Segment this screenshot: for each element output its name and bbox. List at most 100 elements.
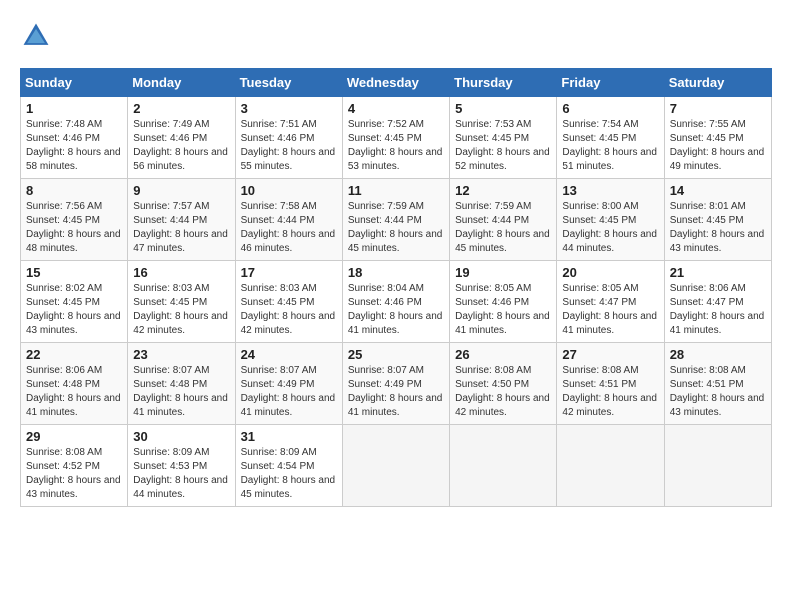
day-number: 7 <box>670 101 766 116</box>
calendar-day-cell: 15Sunrise: 8:02 AMSunset: 4:45 PMDayligh… <box>21 261 128 343</box>
calendar-day-cell <box>342 425 449 507</box>
calendar-day-cell: 9Sunrise: 7:57 AMSunset: 4:44 PMDaylight… <box>128 179 235 261</box>
calendar-day-cell <box>557 425 664 507</box>
daylight-text: Daylight: 8 hours and 43 minutes. <box>670 228 766 256</box>
calendar-day-cell: 25 Sunrise: 8:07 AMSunset: 4:49 PMDayligh… <box>342 343 449 425</box>
day-info: Sunrise: 7:59 AMSunset: 4:44 PMDaylight:… <box>348 200 444 256</box>
day-info: Sunrise: 8:07 AMSunset: 4:49 PMDaylight:… <box>241 364 337 420</box>
calendar-day-cell: 23Sunrise: 8:07 AMSunset: 4:48 PMDayligh… <box>128 343 235 425</box>
sunrise-text: Sunrise: 8:08 AM <box>26 446 122 460</box>
sunrise-text: Sunrise: 8:06 AM <box>670 282 766 296</box>
sunset-text: Sunset: 4:46 PM <box>241 132 337 146</box>
calendar-day-cell: 29Sunrise: 8:08 AMSunset: 4:52 PMDayligh… <box>21 425 128 507</box>
sunset-text: Sunset: 4:46 PM <box>348 296 444 310</box>
calendar-day-cell: 5Sunrise: 7:53 AMSunset: 4:45 PMDaylight… <box>450 97 557 179</box>
sunset-text: Sunset: 4:45 PM <box>562 214 658 228</box>
sunset-text: Sunset: 4:44 PM <box>241 214 337 228</box>
sunrise-text: Sunrise: 8:07 AM <box>241 364 337 378</box>
day-info: Sunrise: 7:58 AMSunset: 4:44 PMDaylight:… <box>241 200 337 256</box>
day-number: 1 <box>26 101 122 116</box>
sunrise-text: Sunrise: 8:09 AM <box>241 446 337 460</box>
day-number: 10 <box>241 183 337 198</box>
day-info: Sunrise: 7:49 AMSunset: 4:46 PMDaylight:… <box>133 118 229 174</box>
sunrise-text: Sunrise: 8:09 AM <box>133 446 229 460</box>
sunrise-text: Sunrise: 7:54 AM <box>562 118 658 132</box>
day-number: 14 <box>670 183 766 198</box>
sunset-text: Sunset: 4:45 PM <box>26 296 122 310</box>
calendar-week-row: 22Sunrise: 8:06 AMSunset: 4:48 PMDayligh… <box>21 343 772 425</box>
calendar-day-cell: 27Sunrise: 8:08 AMSunset: 4:51 PMDayligh… <box>557 343 664 425</box>
day-info: Sunrise: 8:06 AMSunset: 4:47 PMDaylight:… <box>670 282 766 338</box>
day-number: 9 <box>133 183 229 198</box>
sunset-text: Sunset: 4:49 PM <box>241 378 337 392</box>
sunset-text: Sunset: 4:51 PM <box>562 378 658 392</box>
page-header <box>20 20 772 52</box>
sunrise-text: Sunrise: 7:51 AM <box>241 118 337 132</box>
sunrise-text: Sunrise: 7:49 AM <box>133 118 229 132</box>
day-info: Sunrise: 8:03 AMSunset: 4:45 PMDaylight:… <box>133 282 229 338</box>
day-info: Sunrise: 8:01 AMSunset: 4:45 PMDaylight:… <box>670 200 766 256</box>
calendar-day-cell: 10 Sunrise: 7:58 AMSunset: 4:44 PMDayligh… <box>235 179 342 261</box>
calendar-week-row: 1Sunrise: 7:48 AMSunset: 4:46 PMDaylight… <box>21 97 772 179</box>
daylight-text: Daylight: 8 hours and 41 minutes. <box>241 392 337 420</box>
day-info: Sunrise: 8:06 AMSunset: 4:48 PMDaylight:… <box>26 364 122 420</box>
sunrise-text: Sunrise: 7:59 AM <box>348 200 444 214</box>
sunset-text: Sunset: 4:45 PM <box>348 132 444 146</box>
day-info: Sunrise: 7:48 AMSunset: 4:46 PMDaylight:… <box>26 118 122 174</box>
sunrise-text: Sunrise: 8:08 AM <box>455 364 551 378</box>
sunset-text: Sunset: 4:49 PM <box>348 378 444 392</box>
daylight-text: Daylight: 8 hours and 45 minutes. <box>241 474 337 502</box>
day-number: 6 <box>562 101 658 116</box>
sunrise-text: Sunrise: 7:59 AM <box>455 200 551 214</box>
daylight-text: Daylight: 8 hours and 41 minutes. <box>562 310 658 338</box>
sunset-text: Sunset: 4:45 PM <box>455 132 551 146</box>
day-number: 12 <box>455 183 551 198</box>
sunset-text: Sunset: 4:46 PM <box>26 132 122 146</box>
calendar-day-cell: 26Sunrise: 8:08 AMSunset: 4:50 PMDayligh… <box>450 343 557 425</box>
calendar-day-cell: 20Sunrise: 8:05 AMSunset: 4:47 PMDayligh… <box>557 261 664 343</box>
day-info: Sunrise: 8:08 AMSunset: 4:50 PMDaylight:… <box>455 364 551 420</box>
calendar-day-cell: 28Sunrise: 8:08 AMSunset: 4:51 PMDayligh… <box>664 343 771 425</box>
sunrise-text: Sunrise: 7:57 AM <box>133 200 229 214</box>
sunrise-text: Sunrise: 8:08 AM <box>670 364 766 378</box>
daylight-text: Daylight: 8 hours and 45 minutes. <box>455 228 551 256</box>
sunset-text: Sunset: 4:47 PM <box>562 296 658 310</box>
calendar-table: SundayMondayTuesdayWednesdayThursdayFrid… <box>20 68 772 507</box>
calendar-day-cell: 17Sunrise: 8:03 AMSunset: 4:45 PMDayligh… <box>235 261 342 343</box>
daylight-text: Daylight: 8 hours and 41 minutes. <box>133 392 229 420</box>
daylight-text: Daylight: 8 hours and 51 minutes. <box>562 146 658 174</box>
header-sunday: Sunday <box>21 69 128 97</box>
daylight-text: Daylight: 8 hours and 43 minutes. <box>26 310 122 338</box>
sunrise-text: Sunrise: 7:52 AM <box>348 118 444 132</box>
calendar-day-cell: 21Sunrise: 8:06 AMSunset: 4:47 PMDayligh… <box>664 261 771 343</box>
calendar-week-row: 8Sunrise: 7:56 AMSunset: 4:45 PMDaylight… <box>21 179 772 261</box>
daylight-text: Daylight: 8 hours and 42 minutes. <box>455 392 551 420</box>
day-info: Sunrise: 8:07 AMSunset: 4:49 PMDaylight:… <box>348 364 444 420</box>
sunset-text: Sunset: 4:47 PM <box>670 296 766 310</box>
sunset-text: Sunset: 4:53 PM <box>133 460 229 474</box>
calendar-day-cell: 4Sunrise: 7:52 AMSunset: 4:45 PMDaylight… <box>342 97 449 179</box>
day-number: 25 <box>348 347 444 362</box>
calendar-day-cell: 18Sunrise: 8:04 AMSunset: 4:46 PMDayligh… <box>342 261 449 343</box>
calendar-day-cell: 22Sunrise: 8:06 AMSunset: 4:48 PMDayligh… <box>21 343 128 425</box>
day-info: Sunrise: 8:09 AMSunset: 4:53 PMDaylight:… <box>133 446 229 502</box>
daylight-text: Daylight: 8 hours and 43 minutes. <box>670 392 766 420</box>
day-number: 13 <box>562 183 658 198</box>
daylight-text: Daylight: 8 hours and 41 minutes. <box>348 392 444 420</box>
sunrise-text: Sunrise: 7:53 AM <box>455 118 551 132</box>
daylight-text: Daylight: 8 hours and 55 minutes. <box>241 146 337 174</box>
sunset-text: Sunset: 4:44 PM <box>455 214 551 228</box>
calendar-day-cell: 14 Sunrise: 8:01 AMSunset: 4:45 PMDayligh… <box>664 179 771 261</box>
daylight-text: Daylight: 8 hours and 52 minutes. <box>455 146 551 174</box>
calendar-day-cell: 13Sunrise: 8:00 AMSunset: 4:45 PMDayligh… <box>557 179 664 261</box>
sunrise-text: Sunrise: 7:48 AM <box>26 118 122 132</box>
calendar-day-cell: 7Sunrise: 7:55 AMSunset: 4:45 PMDaylight… <box>664 97 771 179</box>
sunset-text: Sunset: 4:45 PM <box>670 214 766 228</box>
sunset-text: Sunset: 4:44 PM <box>348 214 444 228</box>
daylight-text: Daylight: 8 hours and 49 minutes. <box>670 146 766 174</box>
day-number: 23 <box>133 347 229 362</box>
sunset-text: Sunset: 4:45 PM <box>26 214 122 228</box>
sunrise-text: Sunrise: 8:05 AM <box>562 282 658 296</box>
daylight-text: Daylight: 8 hours and 44 minutes. <box>562 228 658 256</box>
sunset-text: Sunset: 4:50 PM <box>455 378 551 392</box>
